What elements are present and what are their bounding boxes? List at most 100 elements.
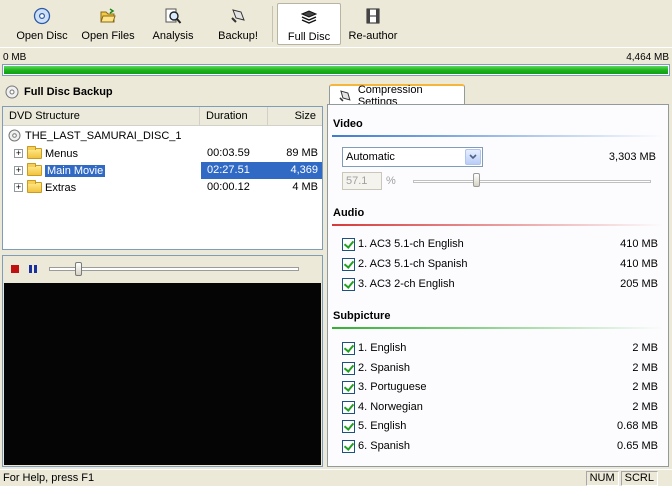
subpicture-size: 0.65 MB xyxy=(617,440,658,452)
audio-track-checkbox[interactable] xyxy=(342,237,355,251)
audio-track-1[interactable]: 1. AC3 5.1-ch English 410 MB xyxy=(342,236,658,252)
subpicture-size: 2 MB xyxy=(632,362,658,374)
open-files-button[interactable]: Open Files xyxy=(78,3,138,45)
subpicture-track-5[interactable]: 5. English 0.68 MB xyxy=(342,418,658,434)
tree-item-label: Main Movie xyxy=(45,164,106,177)
compress-icon xyxy=(339,89,351,101)
audio-section-title: Audio xyxy=(333,207,365,219)
folder-icon xyxy=(27,180,42,193)
folder-icon xyxy=(27,146,42,159)
video-divider xyxy=(332,135,664,137)
video-preview xyxy=(4,283,321,465)
disc-icon xyxy=(8,129,21,142)
disc-size-fill xyxy=(4,66,668,74)
quality-percent-unit: % xyxy=(386,175,396,187)
open-folder-icon xyxy=(99,7,117,25)
dvd-structure-tree[interactable]: DVD Structure Duration Size THE_LAST_SAM… xyxy=(2,106,323,250)
audio-track-size: 410 MB xyxy=(620,238,658,250)
subpicture-size: 2 MB xyxy=(632,381,658,393)
re-author-button[interactable]: Re-author xyxy=(344,3,402,45)
subpicture-label: 6. Spanish xyxy=(358,440,410,452)
full-disc-button[interactable]: Full Disc xyxy=(277,3,341,45)
preview-player xyxy=(2,255,323,467)
subpicture-checkbox[interactable] xyxy=(342,361,355,375)
column-duration[interactable]: Duration xyxy=(200,107,268,125)
subpicture-track-2[interactable]: 2. Spanish 2 MB xyxy=(342,360,658,376)
tree-item-extras[interactable]: + Extras 00:00.12 4 MB xyxy=(3,179,322,196)
full-disc-backup-title: Full Disc Backup xyxy=(5,83,113,101)
subpicture-label: 1. English xyxy=(358,342,407,354)
toolbar-separator xyxy=(272,6,273,42)
seek-slider[interactable] xyxy=(49,262,299,276)
audio-track-checkbox[interactable] xyxy=(342,277,355,291)
subpicture-checkbox[interactable] xyxy=(342,419,355,433)
stack-icon xyxy=(300,8,318,26)
column-size[interactable]: Size xyxy=(268,107,322,125)
quality-slider-thumb[interactable] xyxy=(473,173,480,187)
status-scrl-indicator: SCRL xyxy=(620,470,658,486)
expand-icon[interactable]: + xyxy=(14,149,23,158)
status-bar: For Help, press F1 NUM SCRL xyxy=(0,469,672,486)
subpicture-section-title: Subpicture xyxy=(333,310,391,322)
subpicture-size: 0.68 MB xyxy=(617,420,658,432)
subpicture-track-1[interactable]: 1. English 2 MB xyxy=(342,340,658,356)
audio-track-2[interactable]: 2. AC3 5.1-ch Spanish 410 MB xyxy=(342,256,658,272)
tree-root[interactable]: THE_LAST_SAMURAI_DISC_1 xyxy=(3,127,322,144)
subpicture-size: 2 MB xyxy=(632,401,658,413)
tree-item-main-movie[interactable]: + Main Movie 02:27.51 4,369 MB xyxy=(3,162,322,193)
size-labels: 0 MB 4,464 MB xyxy=(3,52,669,64)
video-size: 3,303 MB xyxy=(608,151,656,163)
audio-divider xyxy=(332,224,664,226)
subpicture-label: 3. Portuguese xyxy=(358,381,427,393)
expand-icon[interactable]: + xyxy=(14,166,23,175)
subpicture-label: 4. Norwegian xyxy=(358,401,423,413)
audio-track-size: 410 MB xyxy=(620,258,658,270)
subpicture-checkbox[interactable] xyxy=(342,341,355,355)
tree-root-label: THE_LAST_SAMURAI_DISC_1 xyxy=(25,129,182,142)
status-num-indicator: NUM xyxy=(585,470,619,486)
column-dvd-structure[interactable]: DVD Structure xyxy=(3,107,200,125)
compression-settings-panel: Video Automatic 3,303 MB 57.1 % Audio 1.… xyxy=(327,104,669,467)
pause-icon[interactable] xyxy=(29,265,37,273)
tree-item-menus[interactable]: + Menus 00:03.59 89 MB xyxy=(3,145,322,162)
expand-icon[interactable]: + xyxy=(14,183,23,192)
status-help-text: For Help, press F1 xyxy=(3,472,95,484)
subpicture-track-4[interactable]: 4. Norwegian 2 MB xyxy=(342,399,658,415)
toolbar: Open Disc Open Files Analysis Backup! Fu… xyxy=(0,0,672,48)
tree-item-size: 4,369 MB xyxy=(271,162,322,193)
subpicture-checkbox[interactable] xyxy=(342,400,355,414)
backup-icon xyxy=(229,7,247,25)
subpicture-size: 2 MB xyxy=(632,342,658,354)
subpicture-checkbox[interactable] xyxy=(342,380,355,394)
tree-item-duration: 02:27.51 xyxy=(201,162,271,179)
audio-track-3[interactable]: 3. AC3 2-ch English 205 MB xyxy=(342,276,658,292)
tree-item-label: Extras xyxy=(45,181,77,194)
audio-track-label: 2. AC3 5.1-ch Spanish xyxy=(358,258,468,270)
quality-slider[interactable] xyxy=(413,180,651,183)
video-mode-select[interactable]: Automatic xyxy=(342,147,483,167)
player-controls xyxy=(3,256,322,282)
backup-button[interactable]: Backup! xyxy=(212,3,264,45)
subpicture-track-6[interactable]: 6. Spanish 0.65 MB xyxy=(342,438,658,454)
tree-item-duration: 00:00.12 xyxy=(207,181,250,193)
audio-track-label: 1. AC3 5.1-ch English xyxy=(358,238,464,250)
tab-compression-settings[interactable]: Compression Settings xyxy=(329,84,465,108)
subpicture-label: 2. Spanish xyxy=(358,362,410,374)
stop-icon[interactable] xyxy=(11,265,19,273)
size-min-label: 0 MB xyxy=(3,52,27,63)
chevron-down-icon[interactable] xyxy=(465,149,481,165)
tree-item-size: 4 MB xyxy=(292,181,318,193)
subpicture-checkbox[interactable] xyxy=(342,439,355,453)
folder-icon xyxy=(27,163,42,176)
audio-track-checkbox[interactable] xyxy=(342,257,355,271)
subpicture-track-3[interactable]: 3. Portuguese 2 MB xyxy=(342,379,658,395)
quality-percent-input[interactable]: 57.1 xyxy=(342,172,382,190)
video-section-title: Video xyxy=(333,118,363,130)
subpicture-divider xyxy=(332,327,664,329)
analysis-button[interactable]: Analysis xyxy=(146,3,200,45)
seek-slider-thumb[interactable] xyxy=(74,262,82,276)
open-disc-button[interactable]: Open Disc xyxy=(10,3,74,45)
disc-icon xyxy=(33,7,51,25)
size-max-label: 4,464 MB xyxy=(626,52,669,63)
audio-track-label: 3. AC3 2-ch English xyxy=(358,278,455,290)
